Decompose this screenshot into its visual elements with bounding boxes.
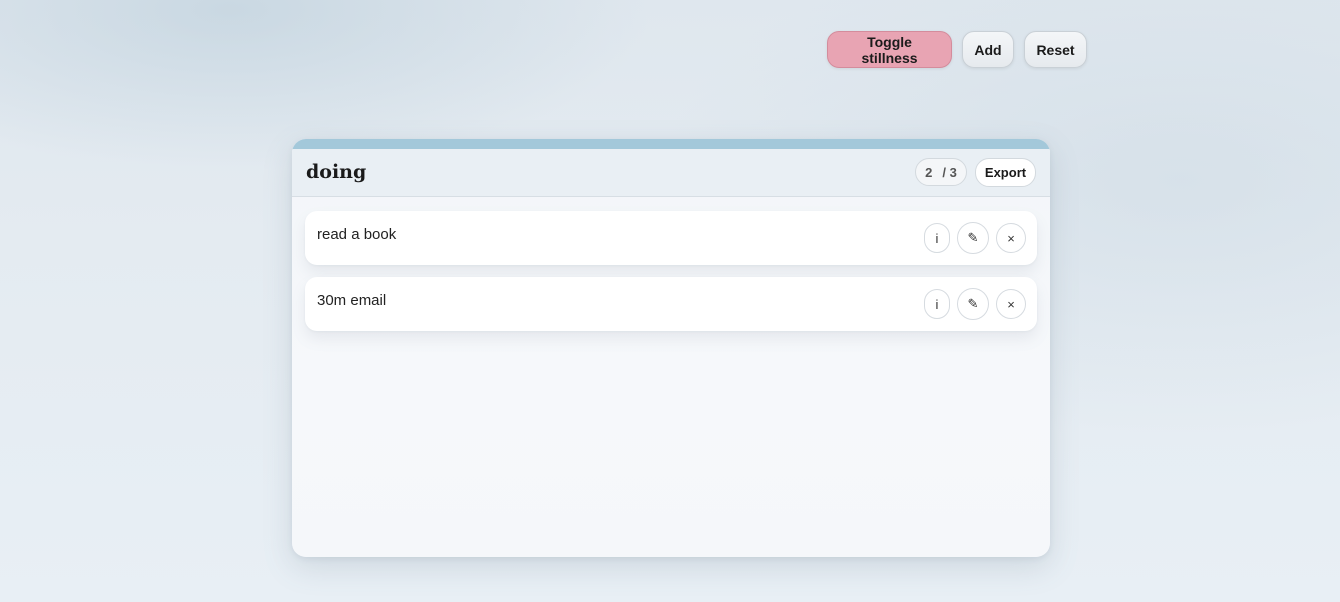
close-icon[interactable]: ×: [996, 289, 1026, 319]
edit-pencil-icon[interactable]: ✎: [957, 222, 989, 254]
edit-pencil-icon[interactable]: ✎: [957, 288, 989, 320]
toggle-stillness-button[interactable]: Toggle stillness: [827, 31, 952, 68]
list-item[interactable]: read a book i ✎ ×: [305, 211, 1037, 265]
item-count-current: 2: [925, 164, 933, 180]
reset-button[interactable]: Reset: [1024, 31, 1087, 68]
close-icon[interactable]: ×: [996, 223, 1026, 253]
top-toolbar: Toggle stillness Add Reset: [827, 31, 1087, 68]
task-list: read a book i ✎ × 30m email i ✎ ×: [305, 211, 1037, 343]
panel-title: doing: [306, 161, 367, 183]
panel-header: doing 2 / 3 Export: [292, 149, 1050, 197]
item-text: 30m email: [317, 292, 387, 309]
item-actions: i ✎ ×: [924, 222, 1026, 254]
item-actions: i ✎ ×: [924, 288, 1026, 320]
item-text: read a book: [317, 226, 397, 243]
doing-panel: doing 2 / 3 Export read a book i ✎ × 30m…: [292, 139, 1050, 557]
list-item[interactable]: 30m email i ✎ ×: [305, 277, 1037, 331]
export-button[interactable]: Export: [975, 158, 1036, 187]
item-count-total: / 3: [942, 164, 957, 180]
info-icon[interactable]: i: [924, 223, 950, 253]
add-button[interactable]: Add: [962, 31, 1014, 68]
info-icon[interactable]: i: [924, 289, 950, 319]
item-count-badge: 2 / 3: [915, 158, 967, 186]
panel-accent-bar: [292, 139, 1050, 149]
